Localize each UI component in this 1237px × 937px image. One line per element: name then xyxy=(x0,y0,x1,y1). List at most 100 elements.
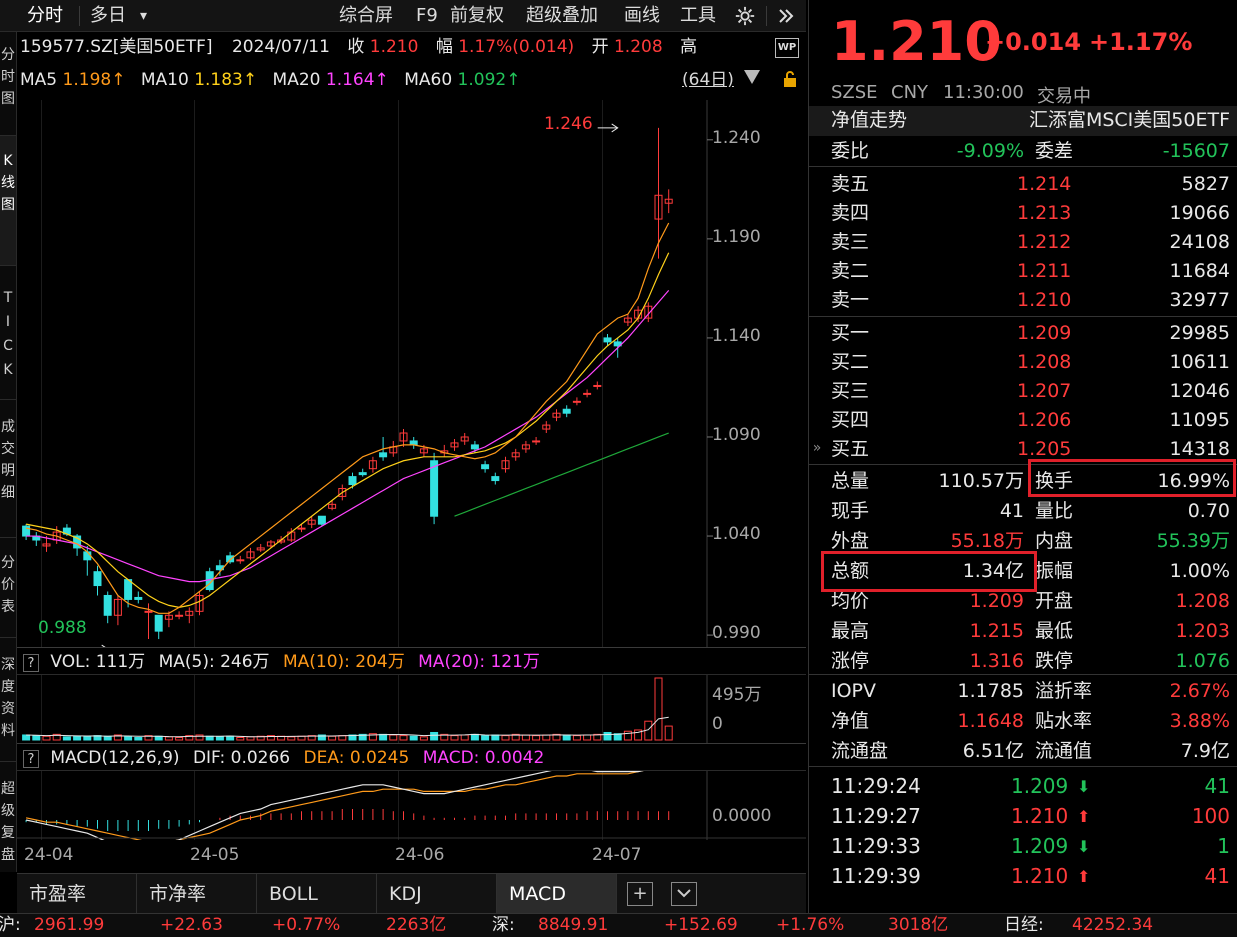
ask-row[interactable]: 卖二 1.211 11684 xyxy=(809,257,1237,286)
price-axis-label: 0.990 xyxy=(712,623,761,644)
sz-index: 8849.91 xyxy=(538,915,609,935)
double-chevron-right-icon[interactable] xyxy=(770,0,802,32)
tab-macd[interactable]: MACD xyxy=(497,874,617,914)
tab-kdj[interactable]: KDJ xyxy=(377,874,497,914)
chevron-down-icon[interactable] xyxy=(671,882,697,906)
market-status-bar: 沪: 2961.99 +22.63 +0.77% 2263亿 深: 8849.9… xyxy=(0,913,1237,937)
volume-bar xyxy=(460,734,469,741)
candle-body xyxy=(532,440,541,443)
forward-adjust-button[interactable]: 前复权 xyxy=(440,0,514,32)
candle-body xyxy=(175,614,184,617)
ask-row[interactable]: 卖三 1.212 24108 xyxy=(809,228,1237,257)
volume-bar xyxy=(379,733,388,741)
candle-body xyxy=(470,444,479,450)
close-value: 1.210 xyxy=(369,37,419,57)
sidebar-item-tick[interactable]: T I C K xyxy=(0,266,16,400)
stat-value: 1.215 xyxy=(969,620,1024,642)
volume-bar xyxy=(450,735,459,741)
tab-multi-day[interactable]: 多日 xyxy=(80,0,136,32)
bid-row[interactable]: 买三 1.207 12046 xyxy=(809,377,1237,406)
help-icon[interactable]: ? xyxy=(23,750,39,768)
nav-trend-label[interactable]: 净值走势 xyxy=(831,106,907,135)
nikkei-label: 日经: xyxy=(1004,915,1044,935)
volume-bar xyxy=(470,733,479,741)
volume-bar xyxy=(164,736,173,741)
composite-screen-button[interactable]: 综合屏 xyxy=(329,0,403,32)
candle-body xyxy=(481,464,490,470)
ma20-label: MA20 xyxy=(272,70,321,90)
sidebar-item-price-table[interactable]: 分 价 表 xyxy=(0,538,16,638)
ask-price: 1.210 xyxy=(1017,289,1072,311)
ask-row[interactable]: 卖五 1.214 5827 xyxy=(809,170,1237,199)
change-value: 1.17%(0.014) xyxy=(458,37,575,57)
candle-body xyxy=(583,392,592,395)
order-diff-label: 委差 xyxy=(1035,140,1074,162)
order-ratio-value: -9.09% xyxy=(956,140,1024,162)
caret-down-icon[interactable] xyxy=(744,70,760,84)
stat-value: 1.1648 xyxy=(957,710,1024,732)
candle-body xyxy=(430,460,439,517)
period-days-link[interactable]: (64日) xyxy=(682,68,734,92)
ask-row[interactable]: 卖四 1.213 19066 xyxy=(809,199,1237,228)
add-icon[interactable]: + xyxy=(627,882,653,906)
bid-row[interactable]: 买四 1.206 11095 xyxy=(809,406,1237,435)
macd-dea: DEA: 0.0245 xyxy=(303,748,410,768)
draw-line-button[interactable]: 画线 xyxy=(614,0,670,32)
sidebar-item-depth-info[interactable]: 深 度 资 料 xyxy=(0,638,16,762)
tab-boll[interactable]: BOLL xyxy=(257,874,377,914)
order-diff-value: -15607 xyxy=(1162,140,1230,162)
sidebar-item-super-review[interactable]: 超 级 复 盘 xyxy=(0,762,16,872)
wp-icon[interactable]: WP xyxy=(775,38,799,58)
ma60-label: MA60 xyxy=(404,70,453,90)
volume-bar xyxy=(399,735,408,741)
candle-body xyxy=(491,476,500,482)
macd-axis-zero: 0.0000 xyxy=(712,806,772,826)
indicator-tabs: 市盈率 市净率 BOLL KDJ MACD + xyxy=(17,873,806,914)
volume-bar xyxy=(297,735,306,741)
volume-bar xyxy=(481,735,490,741)
divider xyxy=(809,766,1237,767)
volume-bar xyxy=(542,734,551,741)
stat-value: 1.203 xyxy=(1175,620,1230,642)
nav-trend-row[interactable]: 净值走势 汇添富MSCI美国50ETF xyxy=(809,106,1237,136)
ask-row[interactable]: 卖一 1.210 32977 xyxy=(809,286,1237,315)
unlock-icon[interactable] xyxy=(782,70,798,92)
tick-time: 11:29:33 xyxy=(831,834,921,858)
volume-bar xyxy=(521,734,530,741)
super-overlay-button[interactable]: 超级叠加 xyxy=(516,0,608,32)
bid-label: 买五 xyxy=(831,438,870,460)
ma5-line xyxy=(25,222,670,614)
tab-pe-ratio[interactable]: 市盈率 xyxy=(17,874,137,914)
bid-label: 买一 xyxy=(831,322,870,344)
fund-name: 汇添富MSCI美国50ETF xyxy=(1028,109,1230,131)
x-axis-label: 24-04 xyxy=(24,845,74,865)
tools-button[interactable]: 工具 xyxy=(670,0,726,32)
stat-label: IOPV xyxy=(831,680,877,702)
ask-volume: 19066 xyxy=(1169,202,1230,224)
gear-icon[interactable] xyxy=(728,0,762,32)
multi-day-dropdown[interactable]: ▾ xyxy=(136,0,151,32)
volume-bar xyxy=(664,725,673,741)
bid-volume: 12046 xyxy=(1169,380,1230,402)
help-icon[interactable]: ? xyxy=(23,654,39,672)
stat-value: 1.208 xyxy=(1175,590,1230,612)
sidebar-item-trade-detail[interactable]: 成 交 明 细 xyxy=(0,400,16,538)
volume-bar xyxy=(583,734,592,741)
volume-bar xyxy=(409,735,418,741)
sz-amount: 3018亿 xyxy=(888,915,949,935)
tick-time: 11:29:39 xyxy=(831,864,921,888)
bid-row[interactable]: 买一 1.209 29985 xyxy=(809,319,1237,348)
stats-row: 流通盘 6.51亿 流通值 7.9亿 xyxy=(809,737,1237,766)
sidebar-item-kline[interactable]: K 线 图 xyxy=(0,136,16,266)
arrow-down-icon: ⬇ xyxy=(1077,777,1091,796)
candle-body xyxy=(103,594,112,616)
quote-panel: » 1.210 +0.014 +1.17% SZSE CNY 11:30:00 … xyxy=(808,0,1237,913)
tab-intraday[interactable]: 分时 xyxy=(17,0,73,32)
tab-pb-ratio[interactable]: 市净率 xyxy=(137,874,257,914)
bid-row[interactable]: 买二 1.208 10611 xyxy=(809,348,1237,377)
vol-ma10: MA(10): 204万 xyxy=(282,652,405,672)
sidebar-item-intraday[interactable]: 分 时 图 xyxy=(0,40,16,136)
kline-chart[interactable] xyxy=(17,100,806,840)
volume-bar xyxy=(623,730,632,741)
bid-label: 买二 xyxy=(831,351,870,373)
